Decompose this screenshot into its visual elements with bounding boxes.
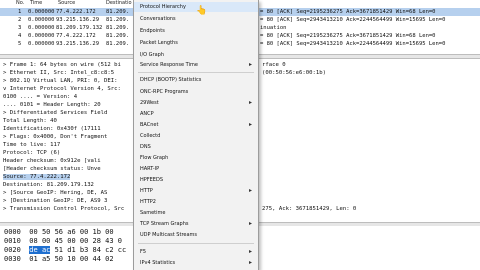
packet-destination: 81.209. xyxy=(106,33,130,39)
menu-item-sametime[interactable]: Sametime xyxy=(134,208,258,218)
menu-separator xyxy=(138,72,254,73)
menu-item-f5[interactable]: F5 ▸ xyxy=(134,247,258,257)
submenu-arrow-icon: ▸ xyxy=(248,121,252,128)
menu-item-tcp-stream-graphs[interactable]: TCP Stream Graphs ▸ xyxy=(134,219,258,229)
col-header-destination[interactable]: Destinatio xyxy=(106,0,132,8)
packet-time: 0.000000 xyxy=(28,17,55,23)
col-header-no[interactable]: No. xyxy=(16,0,24,8)
packet-destination: 81.209. xyxy=(106,17,130,23)
menu-separator xyxy=(138,243,254,244)
packet-time: 0.000000 xyxy=(28,41,55,47)
menu-item-hart-ip[interactable]: HART-IP xyxy=(134,164,258,174)
submenu-arrow-icon: ▸ xyxy=(248,99,252,106)
menu-item-service-response-time[interactable]: Service Response Time ▸ xyxy=(134,60,258,70)
packet-no: 1 xyxy=(18,9,22,15)
menu-item-onc-rpc-programs[interactable]: ONC-RPC Programs xyxy=(134,87,258,97)
packet-source: 93.215.136.29 xyxy=(56,17,100,23)
packet-no: 3 xyxy=(18,25,22,31)
hex-highlight: de ac xyxy=(29,246,51,254)
packet-no: 4 xyxy=(18,33,22,39)
packet-info: = 80 [ACK] Seq=2195236275 Ack=3671851429… xyxy=(260,33,436,39)
packet-destination: 81.209. xyxy=(106,25,130,31)
submenu-arrow-icon: ▸ xyxy=(248,259,252,266)
submenu-arrow-icon: ▸ xyxy=(248,248,252,255)
packet-time: 0.000000 xyxy=(28,25,55,31)
hex-line[interactable]: 0010 08 00 45 00 00 28 43 0 xyxy=(4,237,122,246)
col-header-time[interactable]: Time xyxy=(30,0,42,8)
menu-item-collectd[interactable]: Collectd xyxy=(134,131,258,141)
hex-line[interactable]: 0000 00 50 56 a6 00 1b 00 xyxy=(4,228,114,237)
packet-time: 0.000000 xyxy=(28,9,55,15)
menu-item-ancp[interactable]: ANCP xyxy=(134,109,258,119)
menu-item-udp-multicast-streams[interactable]: UDP Multicast Streams xyxy=(134,230,258,240)
menu-item-bacnet[interactable]: BACnet ▸ xyxy=(134,120,258,130)
col-header-source[interactable]: Source xyxy=(58,0,75,8)
packet-destination: 81.209. xyxy=(106,41,130,47)
menu-item-http2[interactable]: HTTP2 xyxy=(134,197,258,207)
submenu-arrow-icon: ▸ xyxy=(248,220,252,227)
menu-item-29west[interactable]: 29West ▸ xyxy=(134,98,258,108)
menu-item-endpoints[interactable]: Endpoints xyxy=(134,26,258,36)
submenu-arrow-icon: ▸ xyxy=(248,187,252,194)
menu-item-packet-lengths[interactable]: Packet Lengths xyxy=(134,38,258,48)
menu-item-dns[interactable]: DNS xyxy=(134,142,258,152)
packet-info: = 80 [ACK] Seq=2195236275 Ack=3671851429… xyxy=(260,9,436,15)
hex-line[interactable]: 0030 01 a5 50 10 00 44 02 xyxy=(4,255,114,264)
packet-no: 5 xyxy=(18,41,22,47)
menu-item-flow-graph[interactable]: Flow Graph xyxy=(134,153,258,163)
packet-source: 93.215.136.29 xyxy=(56,41,100,47)
packet-source: 81.209.179.132 xyxy=(56,25,103,31)
packet-info: inuation xyxy=(260,25,287,31)
mouse-cursor-icon: 👆 xyxy=(196,6,208,16)
menu-item-http[interactable]: HTTP ▸ xyxy=(134,186,258,196)
menu-item-io-graph[interactable]: I/O Graph xyxy=(134,50,258,60)
packet-info: = 80 [ACK] Seq=2943413210 Ack=2244564499… xyxy=(260,41,446,47)
packet-time: 0.000000 xyxy=(28,33,55,39)
menu-item-dhcp-statistics[interactable]: DHCP (BOOTP) Statistics xyxy=(134,75,258,85)
submenu-arrow-icon: ▸ xyxy=(248,61,252,68)
menu-item-hpfeeds[interactable]: HPFEEDS xyxy=(134,175,258,185)
packet-source: 77.4.222.172 xyxy=(56,9,96,15)
packet-info: = 80 [ACK] Seq=2943413210 Ack=2244564499… xyxy=(260,17,446,23)
packet-source: 77.4.222.172 xyxy=(56,33,96,39)
packet-no: 2 xyxy=(18,17,22,23)
menu-item-ipv4-statistics[interactable]: IPv4 Statistics ▸ xyxy=(134,258,258,268)
packet-destination: 81.209. xyxy=(106,9,130,15)
hex-line[interactable]: 0020 de ac 51 d1 b3 84 c2 cc xyxy=(4,246,126,255)
statistics-menu[interactable]: Protocol Hierarchy Conversations Endpoin… xyxy=(133,0,259,270)
